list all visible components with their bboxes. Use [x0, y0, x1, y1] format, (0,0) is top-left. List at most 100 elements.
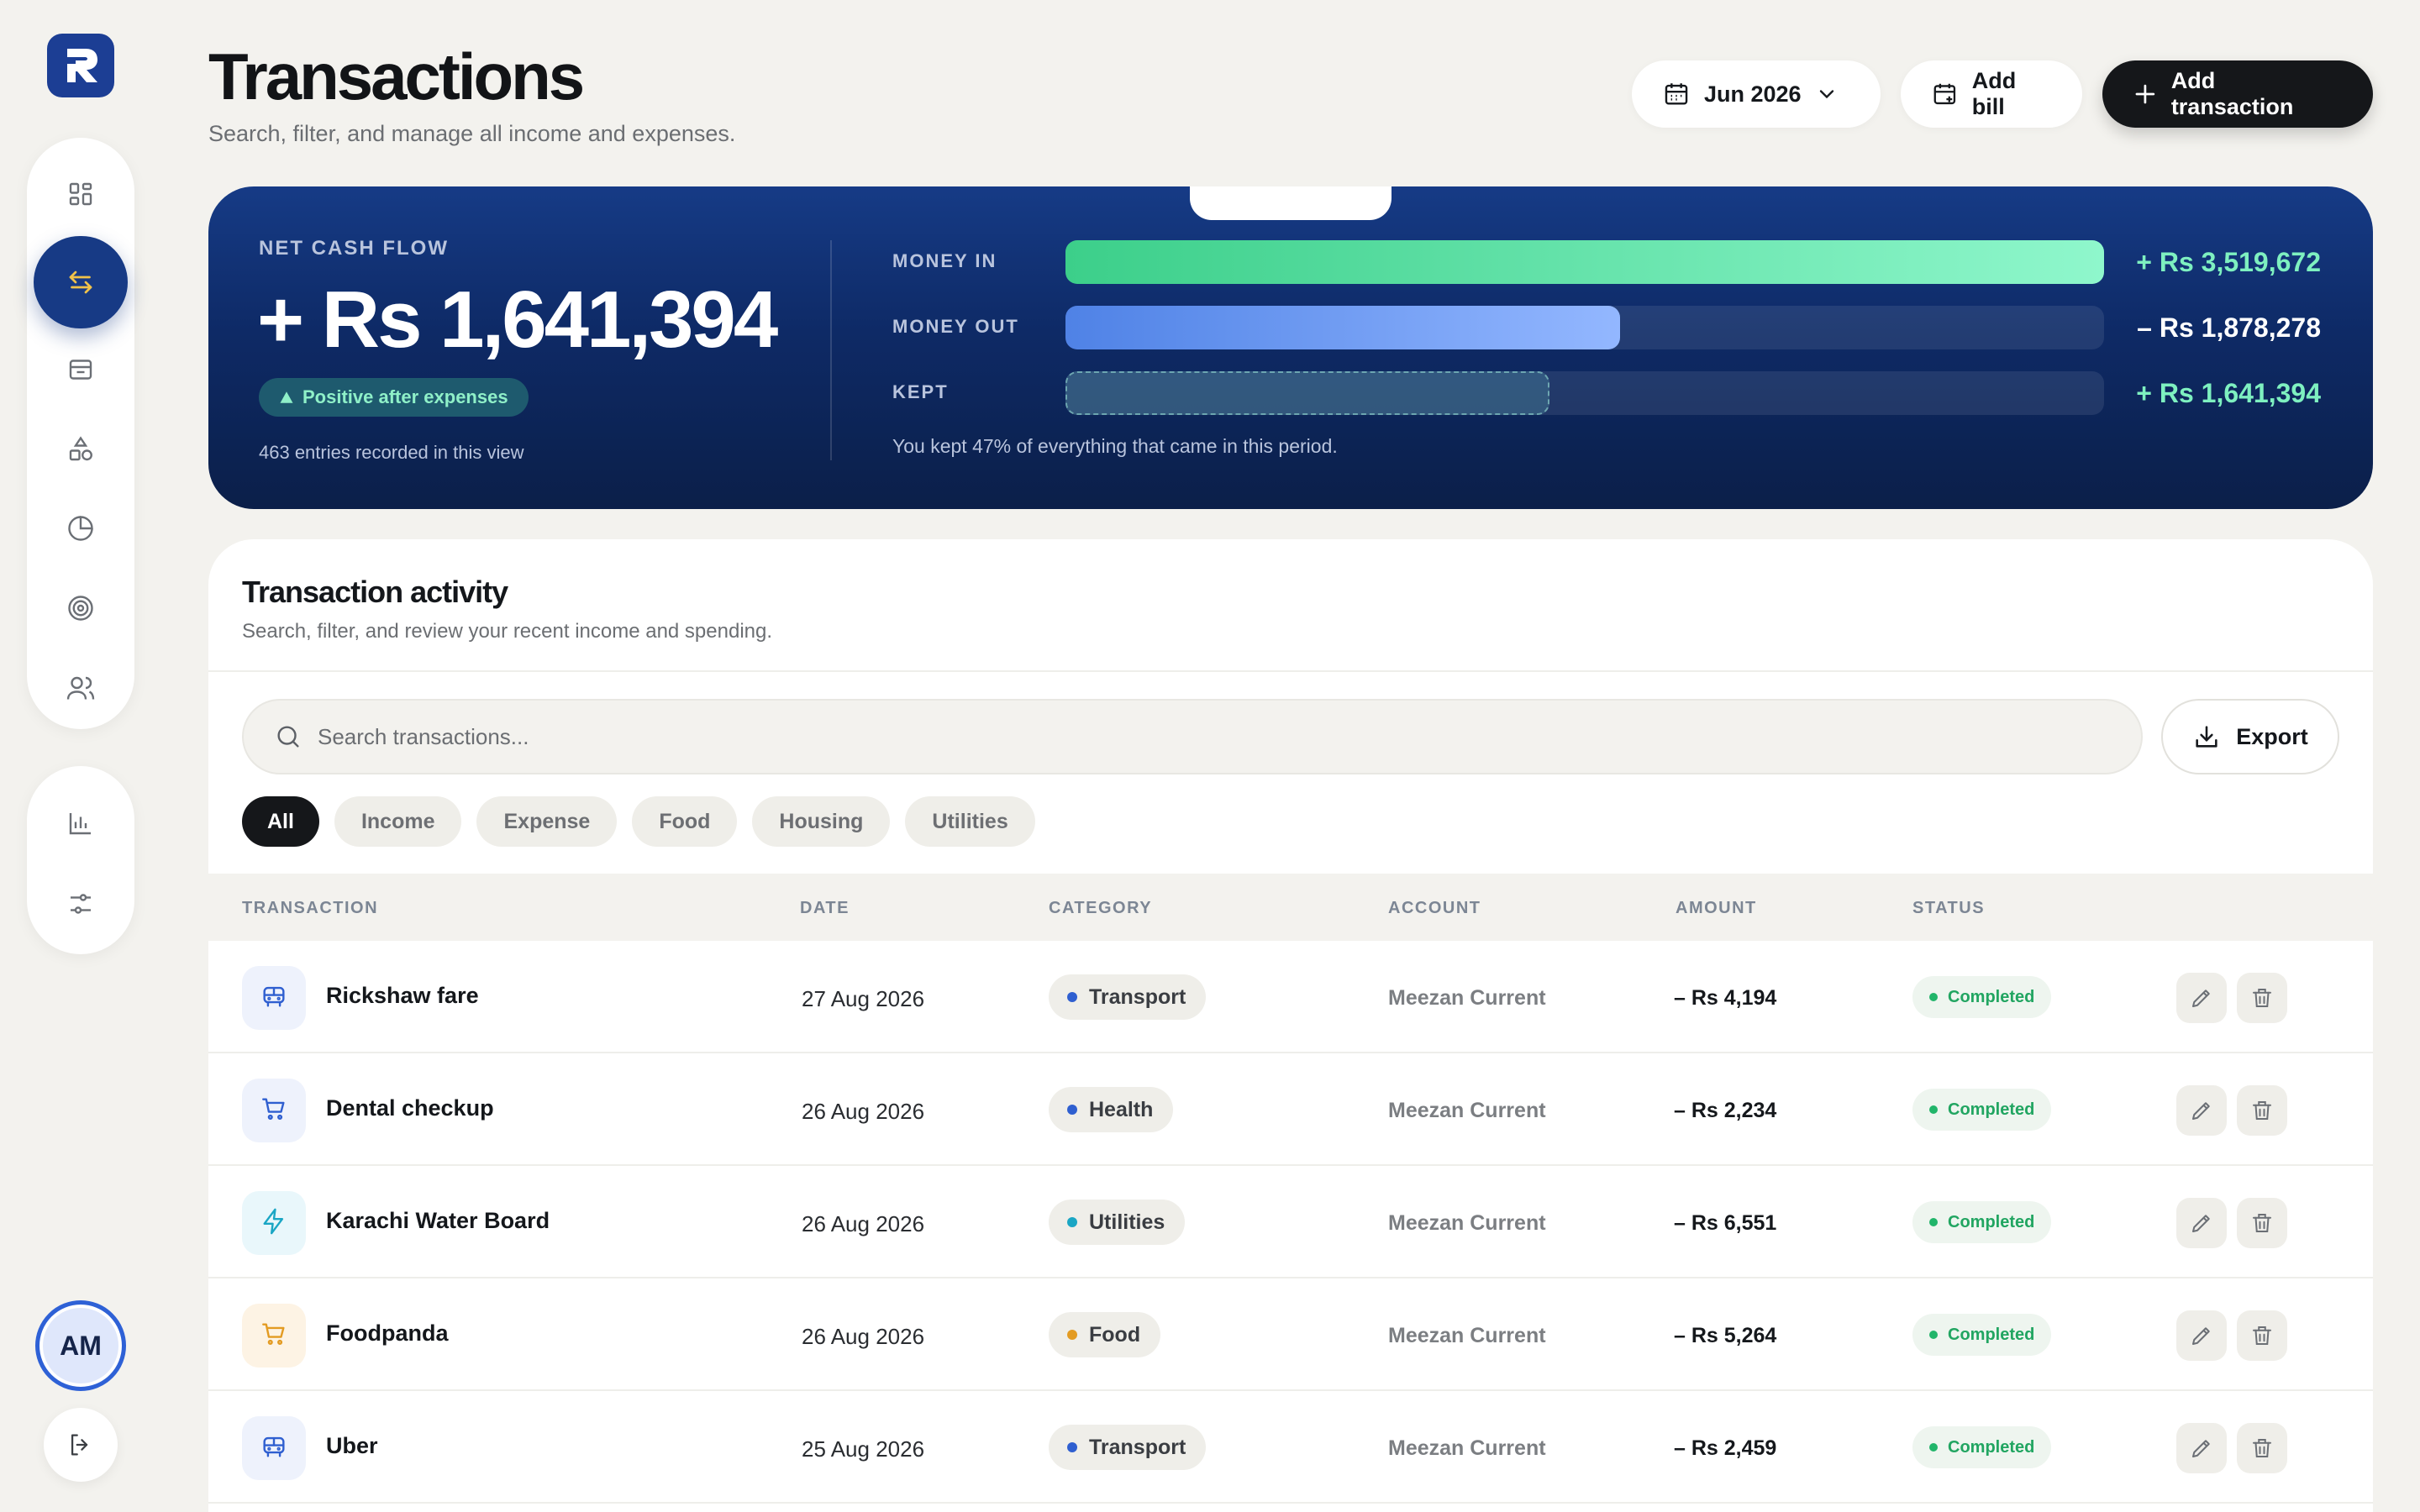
category-pill[interactable]: Transport [1049, 1425, 1207, 1470]
search-bar[interactable] [242, 699, 2143, 774]
sidebar-item-budgets[interactable] [34, 491, 128, 567]
column-header-transaction[interactable]: TRANSACTION [242, 899, 378, 918]
edit-button[interactable] [2176, 1310, 2227, 1361]
transaction-name: Foodpanda [326, 1320, 449, 1346]
table-row[interactable]: Uber 25 Aug 2026 Transport Meezan Curren… [208, 1391, 2373, 1504]
flow-row-money-out: MONEY OUT – Rs 1,878,278 [892, 306, 2321, 349]
delete-button[interactable] [2237, 1310, 2287, 1361]
status-label: Completed [1948, 1212, 2035, 1231]
add-transaction-button[interactable]: Add transaction [2102, 60, 2373, 128]
edit-button[interactable] [2176, 1198, 2227, 1248]
flow-track [1065, 306, 2104, 349]
delete-button[interactable] [2237, 1423, 2287, 1473]
table-row[interactable]: Dental checkup 26 Aug 2026 Health Meezan… [208, 1053, 2373, 1166]
pencil-icon [2192, 1440, 2210, 1457]
column-header-amount[interactable]: AMOUNT [1676, 899, 1757, 918]
column-header-category[interactable]: CATEGORY [1049, 899, 1152, 918]
filter-chip-income[interactable]: Income [334, 796, 462, 847]
category-pill[interactable]: Food [1049, 1312, 1161, 1357]
bar-chart-icon [69, 813, 91, 835]
bus-icon-badge [242, 1416, 306, 1480]
search-input[interactable] [318, 723, 1998, 750]
divider [208, 670, 2373, 672]
sidebar-item-settings[interactable] [34, 865, 128, 942]
search-icon [277, 726, 299, 748]
category-label: Utilities [1089, 1210, 1165, 1234]
filter-chip-food[interactable]: Food [632, 796, 738, 847]
add-bill-button[interactable]: Add bill [1901, 60, 2082, 128]
column-header-date[interactable]: DATE [800, 899, 850, 918]
sidebar-item-goals[interactable] [34, 570, 128, 647]
card-title: Transaction activity [242, 575, 508, 609]
bus-icon [260, 982, 288, 1015]
edit-button[interactable] [2176, 1423, 2227, 1473]
grid-icon [69, 183, 92, 206]
sidebar-item-people[interactable] [34, 649, 128, 726]
column-header-account[interactable]: ACCOUNT [1388, 899, 1481, 918]
sidebar-item-transactions[interactable] [34, 235, 128, 328]
transaction-date: 25 Aug 2026 [802, 1436, 925, 1462]
sliders-icon [71, 894, 91, 914]
amount: – Rs 6,551 [1674, 1211, 1777, 1235]
amount: – Rs 2,459 [1674, 1436, 1777, 1460]
target-icon [68, 596, 93, 621]
banner-notch [1190, 186, 1392, 220]
table-row[interactable]: Foodpanda 26 Aug 2026 Food Meezan Curren… [208, 1278, 2373, 1391]
edit-button[interactable] [2176, 973, 2227, 1023]
category-pill[interactable]: Health [1049, 1087, 1174, 1132]
flow-row-kept: KEPT + Rs 1,641,394 [892, 371, 2321, 415]
divider [830, 240, 832, 460]
net-cashflow-label: NET CASH FLOW [259, 237, 449, 260]
sidebar-item-categories[interactable] [34, 412, 128, 488]
status-label: Completed [1948, 987, 2035, 1006]
month-label: Jun 2026 [1704, 81, 1802, 107]
cart-icon [260, 1320, 288, 1352]
month-picker[interactable]: Jun 2026 [1632, 60, 1881, 128]
table-header: TRANSACTION DATE CATEGORY ACCOUNT AMOUNT… [208, 874, 2373, 941]
transaction-name: Dental checkup [326, 1095, 494, 1121]
transaction-date: 26 Aug 2026 [802, 1211, 925, 1236]
transaction-name: Rickshaw fare [326, 983, 479, 1008]
table-row[interactable]: Karachi Water Board 26 Aug 2026 Utilitie… [208, 1166, 2373, 1278]
status-dot [1929, 1105, 1938, 1114]
cart-icon-badge [242, 1079, 306, 1142]
status-badge: Completed [1912, 1314, 2052, 1356]
calendar-plus-icon [1933, 83, 1956, 105]
sidebar-item-dashboard[interactable] [34, 156, 128, 233]
sidebar-item-reports[interactable] [34, 785, 128, 862]
filter-chip-all[interactable]: All [242, 796, 319, 847]
avatar[interactable]: AM [35, 1300, 126, 1391]
category-dot [1067, 1217, 1077, 1227]
sidebar-item-inbox[interactable] [34, 332, 128, 408]
category-label: Transport [1089, 984, 1186, 1009]
category-label: Health [1089, 1097, 1154, 1121]
export-button[interactable]: Export [2161, 699, 2339, 774]
trash-icon [2253, 1214, 2271, 1232]
edit-button[interactable] [2176, 1085, 2227, 1136]
filter-chip-housing[interactable]: Housing [752, 796, 891, 847]
flow-row-money-in: MONEY IN + Rs 3,519,672 [892, 240, 2321, 284]
category-dot [1067, 1442, 1077, 1452]
filter-chip-utilities[interactable]: Utilities [905, 796, 1035, 847]
transaction-date: 27 Aug 2026 [802, 986, 925, 1011]
logout-button[interactable] [44, 1408, 118, 1482]
trash-icon [2253, 1101, 2271, 1120]
filter-chip-expense[interactable]: Expense [476, 796, 618, 847]
app-logo[interactable] [47, 34, 114, 97]
table-row[interactable]: Rickshaw fare 27 Aug 2026 Transport Meez… [208, 941, 2373, 1053]
delete-button[interactable] [2237, 973, 2287, 1023]
cart-icon [260, 1095, 288, 1127]
bus-icon-badge [242, 966, 306, 1030]
amount: – Rs 4,194 [1674, 986, 1777, 1010]
account-name: Meezan Current [1388, 1436, 1546, 1460]
status-badge-label: Positive after expenses [302, 386, 508, 407]
column-header-status[interactable]: STATUS [1912, 899, 1985, 918]
category-pill[interactable]: Utilities [1049, 1200, 1186, 1245]
category-pill[interactable]: Transport [1049, 974, 1207, 1020]
logo-mark-icon [67, 49, 97, 82]
status-label: Completed [1948, 1100, 2035, 1119]
delete-button[interactable] [2237, 1085, 2287, 1136]
amount: – Rs 5,264 [1674, 1324, 1777, 1347]
page-subtitle: Search, filter, and manage all income an… [208, 121, 736, 146]
delete-button[interactable] [2237, 1198, 2287, 1248]
